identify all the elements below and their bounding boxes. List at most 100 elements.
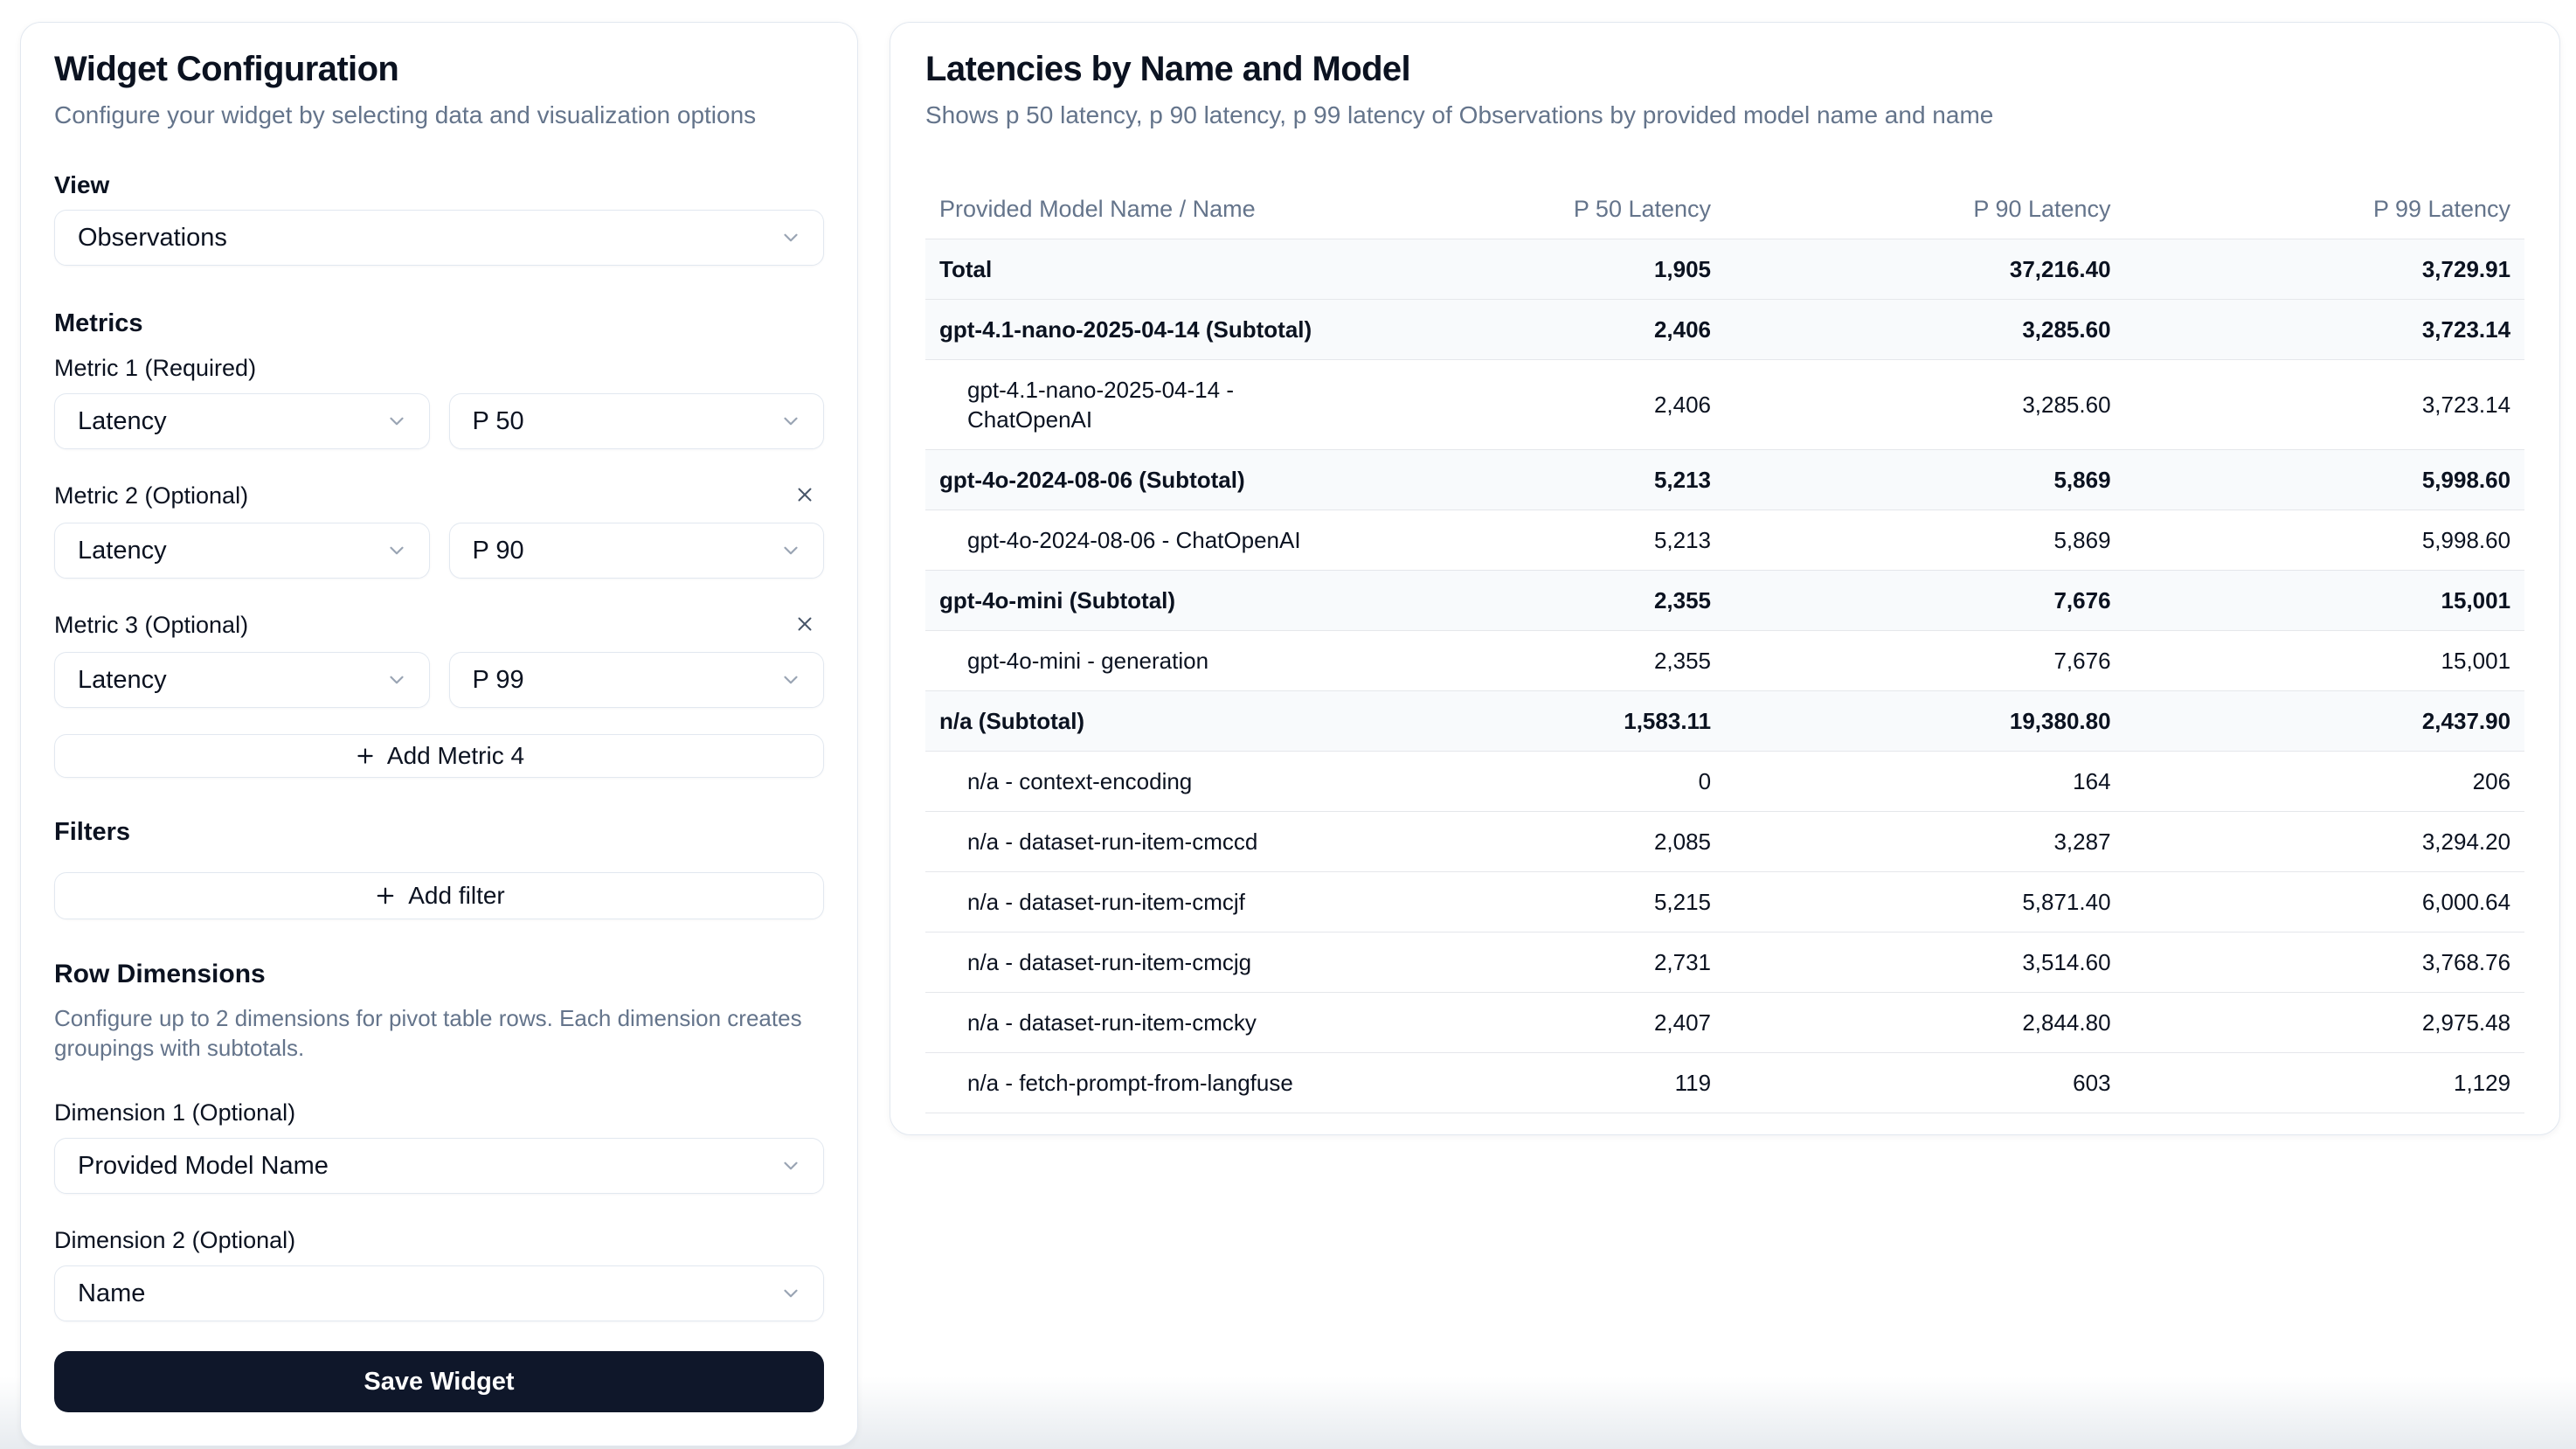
row-dimensions-heading: Row Dimensions (54, 958, 824, 991)
metric-2-aggregation-select[interactable]: P 90 (449, 523, 825, 579)
chevron-down-icon (385, 669, 408, 691)
row-value-cell-p90: 3,285.60 (1725, 300, 2125, 360)
plus-icon (373, 884, 398, 908)
row-value-cell-p50: 0 (1326, 752, 1726, 812)
row-label: n/a - fetch-prompt-from-langfuse (967, 1070, 1293, 1096)
chevron-down-icon (779, 1154, 802, 1177)
row-label: gpt-4.1-nano-2025-04-14 - ChatOpenAI (967, 375, 1299, 434)
table-row: gpt-4o-mini (Subtotal)2,3557,67615,001 (925, 571, 2524, 631)
row-value-cell-p50: 2,085 (1326, 812, 1726, 872)
remove-metric-2-button[interactable] (786, 479, 824, 512)
metric-1-header: Metric 1 (Required) (54, 353, 824, 383)
row-label-cell: Total (925, 239, 1326, 300)
chevron-down-icon (385, 539, 408, 562)
row-value-cell-p50: 2,406 (1326, 300, 1726, 360)
chevron-down-icon (779, 1282, 802, 1305)
table-row: gpt-4o-2024-08-06 - ChatOpenAI5,2135,869… (925, 510, 2524, 571)
table-row: n/a - dataset-run-item-cmccd2,0853,2873,… (925, 812, 2524, 872)
metric-1-aggregation-select[interactable]: P 50 (449, 393, 825, 449)
row-value-cell-p90: 19,380.80 (1725, 691, 2125, 752)
row-value-cell-p99: 3,723.14 (2125, 360, 2525, 450)
metric-3-aggregation-select-value: P 99 (473, 666, 524, 695)
dashboard-page: Widget Configuration Configure your widg… (0, 0, 2576, 1446)
add-metric-button[interactable]: Add Metric 4 (54, 734, 824, 778)
chevron-down-icon (385, 410, 408, 433)
table-row: Total1,90537,216.403,729.91 (925, 239, 2524, 300)
row-value-cell-p99: 3,723.14 (2125, 300, 2525, 360)
add-filter-button[interactable]: Add filter (54, 872, 824, 919)
metric-3-label: Metric 3 (Optional) (54, 610, 248, 640)
close-icon (793, 483, 816, 509)
row-label: n/a - dataset-run-item-cmccd (967, 828, 1257, 855)
row-label: n/a - dataset-run-item-cmcky (967, 1009, 1257, 1036)
row-value-cell-p50: 2,355 (1326, 571, 1726, 631)
chevron-down-icon (779, 539, 802, 562)
row-value-cell-p50: 2,731 (1326, 932, 1726, 993)
latencies-widget-panel: Latencies by Name and Model Shows p 50 l… (890, 22, 2560, 1135)
table-row: gpt-4o-2024-08-06 (Subtotal)5,2135,8695,… (925, 450, 2524, 510)
row-label: gpt-4o-mini - generation (967, 648, 1208, 674)
row-value-cell-p90: 603 (1725, 1053, 2125, 1113)
pivot-table: Provided Model Name / Name P 50 Latency … (925, 180, 2524, 1113)
row-label-cell: n/a (Subtotal) (925, 691, 1326, 752)
table-row: n/a - fetch-prompt-from-langfuse 1196031,… (925, 1053, 2524, 1113)
metric-1-measure-select[interactable]: Latency (54, 393, 430, 449)
metric-2-measure-select[interactable]: Latency (54, 523, 430, 579)
metric-3-aggregation-select[interactable]: P 99 (449, 652, 825, 708)
dimension-1-select[interactable]: Provided Model Name (54, 1138, 824, 1194)
row-value-cell-p99: 1,129 (2125, 1053, 2525, 1113)
metric-3-row: Latency P 99 (54, 652, 824, 708)
table-row: n/a - dataset-run-item-cmcky2,4072,844.8… (925, 993, 2524, 1053)
metric-3-measure-select-value: Latency (78, 666, 167, 695)
row-value-cell-p50: 119 (1326, 1053, 1726, 1113)
row-label: n/a - context-encoding (967, 768, 1192, 794)
add-filter-label: Add filter (408, 882, 505, 910)
view-select[interactable]: Observations (54, 210, 824, 266)
row-value-cell-p50: 1,905 (1326, 239, 1726, 300)
widget-subtitle: Shows p 50 latency, p 90 latency, p 99 l… (925, 100, 2524, 131)
row-label-cell: gpt-4o-2024-08-06 (Subtotal) (925, 450, 1326, 510)
row-value-cell-p99: 15,001 (2125, 631, 2525, 691)
row-value-cell-p90: 5,871.40 (1725, 872, 2125, 932)
metric-2-row: Latency P 90 (54, 523, 824, 579)
metric-3-header: Metric 3 (Optional) (54, 608, 824, 641)
metric-2-measure-select-value: Latency (78, 537, 167, 565)
row-label: n/a - dataset-run-item-cmcjg (967, 949, 1251, 975)
config-panel-subtitle: Configure your widget by selecting data … (54, 100, 824, 131)
row-label-cell: n/a - dataset-run-item-cmcjf (925, 872, 1326, 932)
row-value-cell-p99: 5,998.60 (2125, 510, 2525, 571)
metric-3-measure-select[interactable]: Latency (54, 652, 430, 708)
view-select-value: Observations (78, 224, 227, 253)
table-row: gpt-4o-mini - generation2,3557,67615,001 (925, 631, 2524, 691)
table-row: n/a - dataset-run-item-cmcjf5,2155,871.4… (925, 872, 2524, 932)
row-label: n/a - dataset-run-item-cmcjf (967, 889, 1245, 915)
metrics-heading: Metrics (54, 308, 824, 339)
dimension-2-label: Dimension 2 (Optional) (54, 1225, 824, 1255)
remove-metric-3-button[interactable] (786, 608, 824, 641)
save-widget-button[interactable]: Save Widget (54, 1351, 824, 1412)
table-row: gpt-4.1-nano-2025-04-14 (Subtotal)2,4063… (925, 300, 2524, 360)
row-value-cell-p99: 6,000.64 (2125, 872, 2525, 932)
metric-1-row: Latency P 50 (54, 393, 824, 449)
metrics-list: Metric 1 (Required)LatencyP 50Metric 2 (… (54, 353, 824, 708)
dimension-1-select-value: Provided Model Name (78, 1152, 329, 1181)
row-value-cell-p50: 2,406 (1326, 360, 1726, 450)
row-label: gpt-4o-mini (Subtotal) (939, 587, 1175, 614)
table-body: Total1,90537,216.403,729.91gpt-4.1-nano-… (925, 239, 2524, 1113)
dimension-2-select[interactable]: Name (54, 1265, 824, 1321)
filters-heading: Filters (54, 816, 824, 848)
row-value-cell-p99: 3,729.91 (2125, 239, 2525, 300)
table-row: n/a - context-encoding0164206 (925, 752, 2524, 812)
chevron-down-icon (779, 226, 802, 249)
row-label-cell: n/a - dataset-run-item-cmcky (925, 993, 1326, 1053)
widget-config-panel: Widget Configuration Configure your widg… (20, 22, 858, 1446)
row-value-cell-p50: 2,355 (1326, 631, 1726, 691)
row-label-cell: gpt-4o-2024-08-06 - ChatOpenAI (925, 510, 1326, 571)
row-value-cell-p90: 5,869 (1725, 450, 2125, 510)
column-header-name: Provided Model Name / Name (925, 180, 1326, 239)
close-icon (793, 613, 816, 638)
row-value-cell-p99: 2,975.48 (2125, 993, 2525, 1053)
chevron-down-icon (779, 410, 802, 433)
row-value-cell-p50: 1,583.11 (1326, 691, 1726, 752)
dimension-2-select-value: Name (78, 1279, 145, 1308)
